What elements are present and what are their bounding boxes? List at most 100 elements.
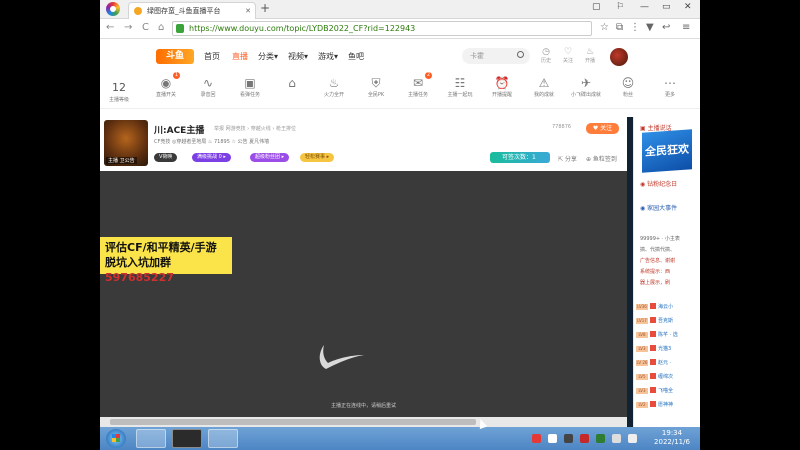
new-tab-button[interactable]: + — [260, 1, 270, 15]
home-icon[interactable]: ⌂ — [158, 22, 164, 33]
anchor-level[interactable]: 12 主播等级 — [102, 81, 136, 103]
search-icon[interactable] — [517, 51, 524, 58]
history-button[interactable]: ◷ 历史 — [536, 47, 556, 64]
nav-home[interactable]: 首页 — [204, 51, 220, 62]
favorite-star-icon[interactable]: ☆ — [600, 22, 609, 33]
chat-username[interactable]: 飞喵全 — [658, 388, 673, 394]
browser-360-logo-icon[interactable] — [106, 2, 120, 16]
chat-username[interactable]: 愿神神 — [658, 402, 673, 408]
browser-tab[interactable]: 绿图存蛮_斗鱼直播平台 ✕ — [128, 2, 256, 19]
toolbar-item-2[interactable]: ▣ 看弹任务 — [230, 75, 270, 98]
chat-username[interactable]: 光猫3 — [658, 346, 671, 352]
sidebar-home-events[interactable]: ◉ 家园大事件 — [640, 203, 677, 212]
toolbar-item-5[interactable]: ⛨ 全民PK — [356, 75, 396, 98]
event-pill[interactable]: 轻松赛事 ▸ — [300, 153, 335, 162]
promo-banner[interactable]: 全民狂欢 — [642, 129, 692, 173]
streamer-avatar[interactable]: 主播 卫公告 — [104, 120, 148, 166]
toolbar-item-9[interactable]: ⚠ 我的成就 — [524, 75, 564, 98]
toolbar-item-10[interactable]: ✈ 小飞碟出成就 — [566, 75, 606, 98]
undo-icon[interactable]: ↩ — [662, 22, 670, 33]
sidebar-fan-anniversary[interactable]: ◉ 钻粉纪念日 — [640, 179, 677, 188]
tray-app-icon[interactable] — [548, 434, 557, 443]
chat-message[interactable]: LV17 吾克斯 — [636, 317, 673, 325]
sidebar-top-label[interactable]: ▣ 主播说话 — [640, 123, 672, 132]
user-avatar[interactable] — [610, 48, 628, 66]
toolbar-item-label: 直播开关 — [155, 92, 176, 98]
search-input[interactable]: 卡霍 — [462, 48, 530, 64]
sign-count-button[interactable]: 可签次数：1 — [490, 152, 550, 163]
chat-message[interactable]: LV2 愿神神 — [636, 401, 673, 409]
room-category-breadcrumb[interactable]: 举报 网游竞技 › 穿越火线 › 枪王排位 — [214, 125, 296, 132]
nav-yuba[interactable]: 鱼吧 — [348, 51, 364, 62]
fan-medal-icon — [650, 345, 656, 351]
broadcast-button[interactable]: ♨ 开播 — [580, 47, 600, 64]
tray-app2-icon[interactable] — [564, 434, 573, 443]
chat-notice-line: 系统提示：西 — [640, 269, 671, 275]
start-button-icon[interactable] — [106, 429, 126, 448]
tab-close-icon[interactable]: ✕ — [245, 3, 251, 19]
main-menu-icon[interactable]: ≡ — [682, 22, 690, 33]
chat-username[interactable]: 缠绵次 — [658, 374, 673, 380]
toolbar-item-3[interactable]: ⌂ — [272, 75, 312, 91]
minimize-button[interactable]: — — [640, 2, 649, 12]
chat-message[interactable]: LV5 缠绵次 — [636, 373, 673, 381]
taskbar-360-browser[interactable] — [136, 429, 166, 448]
follow-button[interactable]: ♥ 关注 — [586, 123, 619, 134]
toolbar-item-1[interactable]: ∿ 录音回 — [188, 75, 228, 98]
chat-message[interactable]: LV8 陈芊 · 选 — [636, 331, 678, 339]
nav-video[interactable]: 视频▾ — [288, 51, 308, 62]
tray-app3-icon[interactable] — [580, 434, 589, 443]
chat-message[interactable]: LV36 海云小 — [636, 303, 673, 311]
extensions-icon[interactable]: ⧉ — [616, 22, 623, 33]
noble-pill[interactable]: V荷唤 — [154, 153, 178, 162]
toolbar-item-11[interactable]: ☺ 粉丝 — [608, 75, 648, 98]
chat-message[interactable]: LV3 飞喵全 — [636, 387, 673, 395]
maximize-button[interactable]: ▭ — [662, 2, 671, 12]
scrollbar-thumb[interactable] — [110, 419, 476, 425]
nav-category[interactable]: 分类▾ — [258, 51, 278, 62]
toolbar-item-7[interactable]: ☷ 主播一起玩 — [440, 75, 480, 98]
toolbar-item-0[interactable]: ◉ 直播开关 1 — [146, 72, 186, 98]
toolbar-item-6[interactable]: ✉ 主播任务 2 — [398, 72, 438, 98]
chat-username[interactable]: 海云小 — [658, 304, 673, 310]
forward-icon[interactable]: → — [124, 22, 132, 33]
level-challenge-pill[interactable]: 满级挑战 0 ▸ — [192, 153, 231, 162]
video-player[interactable]: 评估CF/和平精英/手游 脱坑入坑加群 597685227 主播正在连线中，请稍后… — [100, 171, 627, 417]
chat-message[interactable]: LV3 光猫3 — [636, 345, 671, 353]
douyu-logo[interactable]: 斗鱼 — [156, 49, 194, 64]
taskbar-window[interactable] — [208, 429, 238, 448]
bookmark-window-icon[interactable]: ▢ — [592, 2, 601, 12]
chat-username[interactable]: 陈芊 · 选 — [658, 332, 678, 338]
toolbar-item-12[interactable]: ⋯ 更多 — [650, 75, 690, 98]
url-input[interactable]: https://www.douyu.com/topic/LYDB2022_CF?… — [172, 21, 592, 36]
close-window-button[interactable]: ✕ — [684, 2, 692, 12]
toolbar-item-4[interactable]: ♨ 火力全开 — [314, 75, 354, 98]
tray-volume-icon[interactable] — [612, 434, 621, 443]
follow-list-button[interactable]: ♡ 关注 — [558, 47, 578, 64]
tray-flag-icon[interactable] — [628, 434, 637, 443]
dropdown-icon[interactable]: ▼ — [646, 22, 654, 33]
taskbar-app-g[interactable] — [172, 429, 202, 448]
menu-dots-icon[interactable]: ⋮ — [630, 22, 640, 33]
toolbar-item-label: 粉丝 — [622, 92, 633, 98]
tray-sogou-icon[interactable] — [532, 434, 541, 443]
nav-live[interactable]: 直播 — [232, 51, 248, 62]
back-icon[interactable]: ← — [106, 22, 114, 33]
chat-username[interactable]: 吾克斯 — [658, 318, 673, 324]
chat-message[interactable]: LV 26 赵元 · — [636, 359, 671, 367]
tray-network-icon[interactable] — [596, 434, 605, 443]
nav-games[interactable]: 游戏▾ — [318, 51, 338, 62]
user-level-badge: LV 26 — [636, 360, 648, 366]
horizontal-scrollbar[interactable] — [100, 417, 627, 427]
share-button[interactable]: ⇱ 分享 — [558, 154, 577, 163]
toolbar-item-8[interactable]: ⏰ 开播提醒 — [482, 75, 522, 98]
theme-icon[interactable]: ⚐ — [616, 2, 624, 12]
toolbar-item-label: 更多 — [664, 92, 675, 98]
checkin-button[interactable]: ⊕ 鱼粒签到 — [586, 154, 617, 163]
taskbar-clock[interactable]: 19:34 2022/11/6 — [652, 429, 692, 447]
heart-icon: ♡ — [563, 47, 573, 57]
chat-username[interactable]: 赵元 · — [658, 360, 671, 366]
fan-club-pill[interactable]: 超级粉丝团 ▸ — [250, 153, 290, 162]
video-status-message: 主播正在连线中，请稍后重试 — [330, 403, 396, 409]
reload-icon[interactable]: C — [142, 22, 149, 33]
